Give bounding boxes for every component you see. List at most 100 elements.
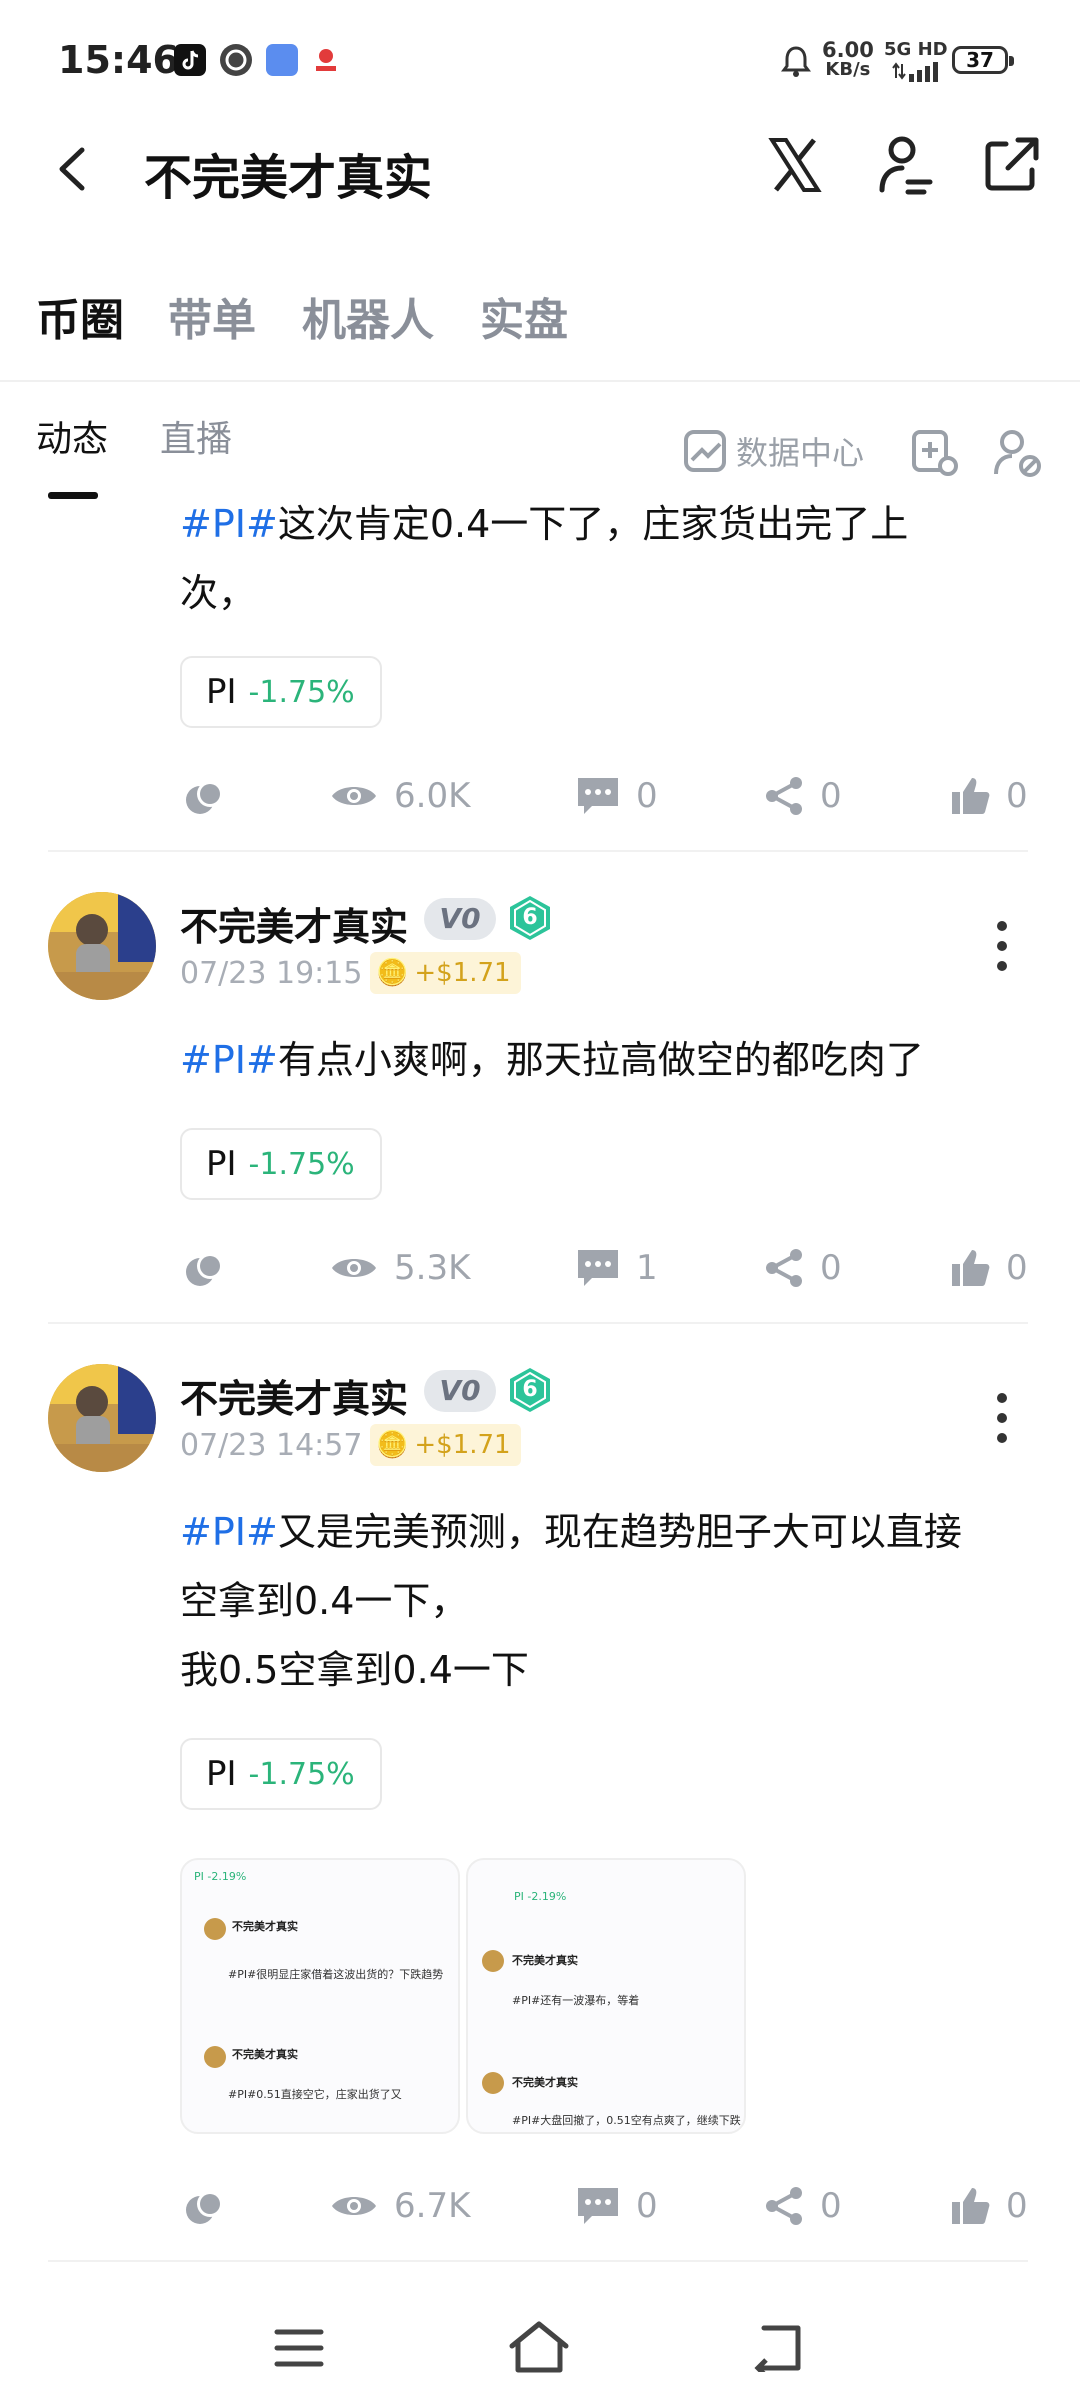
- chevron-left-icon: [59, 147, 85, 191]
- menu-icon: [274, 2329, 324, 2367]
- tab-bots[interactable]: 机器人: [302, 284, 434, 348]
- hashtag-link[interactable]: #PI#: [180, 1038, 278, 1082]
- hashtag-link[interactable]: #PI#: [180, 1510, 278, 1554]
- vip-badge: V0: [424, 1370, 496, 1412]
- post-text: #PI#有点小爽啊，那天拉高做空的都吃肉了: [180, 1038, 924, 1082]
- eye-icon: [332, 2197, 376, 2215]
- tab-live-trading[interactable]: 实盘: [480, 284, 568, 348]
- add-doc-icon: [912, 430, 958, 476]
- coin-change: -1.75%: [248, 1146, 355, 1182]
- thumbs-up-icon: [952, 1250, 990, 1286]
- comment-button[interactable]: 0: [576, 2186, 658, 2226]
- share-post-button[interactable]: 0: [764, 2186, 842, 2226]
- post-date: 07/23 14:57: [180, 1428, 363, 1463]
- post-image-2[interactable]: PI -2.19% 不完美才真实 #PI#还有一波瀑布，等着 不完美才真实 #P…: [466, 1858, 746, 2134]
- back-button[interactable]: [52, 144, 92, 194]
- network-speed: 6.00 KB/s: [822, 38, 874, 80]
- subtab-live[interactable]: 直播: [160, 410, 232, 462]
- tiktok-icon: [174, 44, 206, 76]
- signal-icon: [891, 62, 938, 82]
- repost-button[interactable]: [182, 2186, 242, 2230]
- eye-icon: [332, 787, 376, 805]
- share-post-button[interactable]: 0: [764, 776, 842, 816]
- thumbs-up-icon: [952, 2188, 990, 2224]
- follow-user-button[interactable]: [872, 132, 938, 198]
- like-button[interactable]: 0: [950, 2186, 1028, 2226]
- app-icon: [220, 44, 252, 76]
- user-settings-button[interactable]: [992, 428, 1042, 482]
- active-tab-indicator: [48, 492, 98, 499]
- comment-icon: [578, 1250, 618, 1286]
- coin-change: -1.75%: [248, 674, 355, 710]
- avatar[interactable]: [48, 1364, 156, 1472]
- thumbs-up-icon: [952, 778, 990, 814]
- data-center-label: 数据中心: [736, 434, 865, 472]
- comment-icon: [578, 778, 618, 814]
- repost-button[interactable]: [182, 1248, 242, 1292]
- system-nav-bar: [0, 2290, 1080, 2408]
- back-nav-button[interactable]: [752, 2324, 804, 2378]
- views-count: 6.0K: [330, 776, 470, 816]
- home-icon: [509, 2321, 569, 2373]
- post-divider: [48, 1322, 1028, 1324]
- app-icon: [266, 44, 298, 76]
- hashtag-link[interactable]: #PI#: [180, 502, 278, 546]
- menu-nav-button[interactable]: [274, 2326, 324, 2374]
- home-nav-button[interactable]: [508, 2320, 570, 2378]
- more-menu-button[interactable]: [990, 1388, 1014, 1448]
- share-post-button[interactable]: 0: [764, 1248, 842, 1288]
- like-button[interactable]: 0: [950, 776, 1028, 816]
- coin-chip[interactable]: PI -1.75%: [180, 1128, 382, 1200]
- status-time: 15:46: [58, 38, 179, 82]
- post-text: #PI#这次肯定0.4一下了，庄家货出完了上 次，: [180, 502, 909, 615]
- comment-button[interactable]: 1: [576, 1248, 658, 1288]
- x-share-button[interactable]: [762, 132, 828, 198]
- add-note-button[interactable]: [910, 428, 960, 482]
- like-button[interactable]: 0: [950, 1248, 1028, 1288]
- divider: [0, 380, 1080, 382]
- external-share-icon: [985, 137, 1039, 191]
- post-divider: [48, 850, 1028, 852]
- subtab-posts[interactable]: 动态: [36, 410, 108, 462]
- alarm-icon: [780, 44, 812, 78]
- share-icon: [766, 1249, 802, 1287]
- coin-chip[interactable]: PI -1.75%: [180, 656, 382, 728]
- coin-icon: [186, 1253, 223, 1286]
- x-logo-icon: [768, 138, 822, 192]
- share-icon: [766, 2187, 802, 2225]
- repost-button[interactable]: [182, 776, 242, 820]
- return-icon: [754, 2325, 801, 2378]
- avatar[interactable]: [48, 892, 156, 1000]
- vip-badge: V0: [424, 898, 496, 940]
- tab-coin-circle[interactable]: 币圈: [36, 284, 124, 348]
- coin-symbol: PI: [206, 1754, 237, 1794]
- coin-symbol: PI: [206, 672, 237, 712]
- user-check-icon: [879, 136, 933, 195]
- coin-chip[interactable]: PI -1.75%: [180, 1738, 382, 1810]
- share-button[interactable]: [978, 132, 1044, 198]
- views-count: 5.3K: [330, 1248, 470, 1288]
- tab-copy-trading[interactable]: 带单: [168, 284, 256, 348]
- coin-change: -1.75%: [248, 1756, 355, 1792]
- status-bar: 15:46 6.00 KB/s 5G HD 37: [0, 0, 1080, 120]
- post-divider: [48, 2260, 1028, 2262]
- views-count: 6.7K: [330, 2186, 470, 2226]
- profit-badge: 🪙 +$1.71: [370, 1424, 521, 1466]
- post-image-1[interactable]: PI -2.19% 不完美才真实 #PI#很明显庄家借着这波出货的？下跌趋势 不…: [180, 1858, 460, 2134]
- data-center-button[interactable]: 数据中心: [682, 428, 864, 474]
- author-name[interactable]: 不完美才真实: [180, 1368, 408, 1423]
- page-title: 不完美才真实: [144, 150, 433, 206]
- kebab-icon: [997, 921, 1007, 971]
- chart-icon: [684, 430, 726, 472]
- share-icon: [766, 777, 802, 815]
- coin-icon: [186, 2191, 223, 2224]
- profit-badge: 🪙 +$1.71: [370, 952, 521, 994]
- network-type: 5G HD: [884, 40, 948, 87]
- post-date: 07/23 19:15: [180, 956, 363, 991]
- author-name[interactable]: 不完美才真实: [180, 896, 408, 951]
- comment-button[interactable]: 0: [576, 776, 658, 816]
- more-menu-button[interactable]: [990, 916, 1014, 976]
- comment-icon: [578, 2188, 618, 2224]
- level-badge: 6: [510, 1368, 550, 1412]
- user-ban-icon: [994, 430, 1041, 477]
